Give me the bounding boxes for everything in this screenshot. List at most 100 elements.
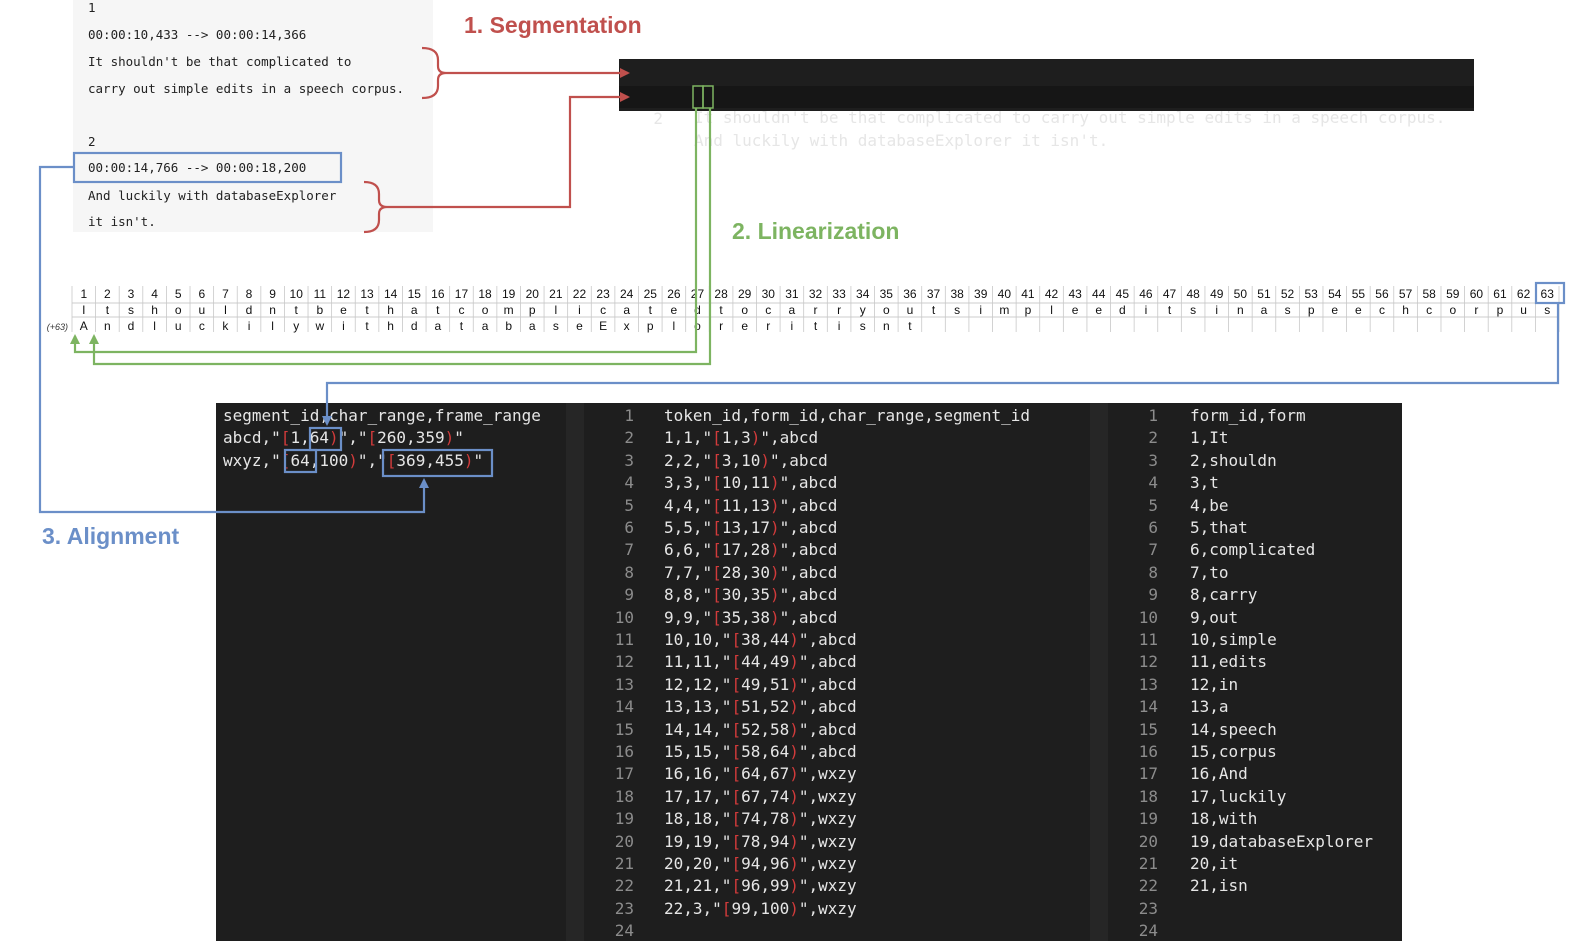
line-number: 17 [614, 764, 634, 784]
linear-char: e [340, 303, 347, 317]
char-index-label: 48 [1186, 287, 1200, 301]
linear-char: c [458, 303, 464, 317]
tokens-row: 7,7,"[28,30)",abcd [664, 562, 838, 582]
linear-char: e [576, 319, 583, 333]
linear-char: n [104, 319, 111, 333]
linear-char: o [175, 303, 182, 317]
line-number: 20 [614, 831, 634, 851]
linear-char: b [505, 319, 512, 333]
line-number: 2 [624, 428, 634, 448]
segments-row: segment_id,char_range,frame_range [223, 406, 541, 425]
line-number: 15 [1138, 719, 1158, 739]
char-index-label: 27 [691, 287, 705, 301]
char-index-label: 28 [714, 287, 728, 301]
line-number: 6 [624, 518, 634, 537]
linear-char: l [153, 319, 156, 333]
tokens-row: 21,21,"[96,99)",wxzy [664, 876, 857, 896]
linear-char: u [198, 303, 205, 317]
line-number: 12 [614, 652, 634, 672]
linear-char: l [1050, 303, 1053, 317]
line-number: 21 [614, 854, 634, 873]
char-index-label: 53 [1304, 287, 1318, 301]
tokens-row: token_id,form_id,char_range,segment_id [664, 406, 1031, 425]
linear-char: r [837, 303, 841, 317]
tokens-row: 11,11,"[44,49)",abcd [664, 652, 857, 672]
linear-char: s [954, 303, 960, 317]
srt-line: 2 [88, 134, 96, 149]
line-number: 17 [1138, 764, 1158, 784]
line-number: 11 [614, 630, 634, 649]
linear-char: a [482, 319, 489, 333]
forms-row: 4,be [1190, 495, 1229, 515]
linear-char: t [365, 303, 369, 317]
srt-line: And luckily with databaseExplorer [88, 188, 337, 203]
char-index-label: 3 [128, 287, 135, 301]
panel-divider-right[interactable] [1090, 403, 1108, 941]
linear-char: a [435, 319, 442, 333]
line-number: 15 [614, 719, 634, 739]
linear-char: t [436, 303, 440, 317]
linear-char: o [883, 303, 890, 317]
editor-line-1: 1 It shouldn't be that complicated to ca… [619, 63, 1474, 127]
forms-row: 10,simple [1190, 630, 1277, 649]
char-index-label: 49 [1210, 287, 1224, 301]
linear-char: y [860, 303, 866, 317]
linear-char: w [314, 319, 324, 333]
linear-char: d [411, 319, 418, 333]
linear-char: s [860, 319, 866, 333]
linear-char: h [1402, 303, 1409, 317]
line-number: 8 [1148, 562, 1158, 582]
linear-char: y [293, 319, 299, 333]
segments-table-panel: segment_id,char_range,frame_range abcd,"[… [216, 403, 566, 941]
char-index-label: 26 [667, 287, 681, 301]
linear-char: d [128, 319, 135, 333]
linear-char: s [1285, 303, 1291, 317]
char-index-label: 14 [384, 287, 398, 301]
linear-char: r [1474, 303, 1478, 317]
linear-char: E [599, 319, 607, 333]
linear-char: e [1331, 303, 1338, 317]
tokens-row: 8,8,"[30,35)",abcd [664, 585, 838, 605]
linear-char: t [814, 319, 818, 333]
line-number: 22 [1138, 876, 1158, 896]
linear-char: e [1355, 303, 1362, 317]
linear-char: i [248, 319, 251, 333]
forms-row: 3,t [1190, 473, 1219, 493]
linear-char: i [838, 319, 841, 333]
char-index-label: 10 [290, 287, 304, 301]
line-number: 24 [1138, 921, 1158, 941]
linear-char: m [504, 303, 514, 317]
forms-row: 9,out [1190, 607, 1239, 627]
line-number: 4 [1148, 473, 1158, 493]
line-number: 7 [624, 540, 634, 560]
panel-divider-left[interactable] [566, 403, 584, 941]
char-index-label: 12 [337, 287, 351, 301]
line-number: 10 [1138, 607, 1158, 627]
linear-char: k [222, 319, 229, 333]
line-number: 6 [1148, 518, 1158, 537]
tokens-row: 5,5,"[13,17)",abcd [664, 518, 838, 537]
line-number: 4 [624, 473, 634, 493]
line-number: 9 [624, 585, 634, 605]
line-number: 16 [1138, 742, 1158, 761]
linear-char: t [365, 319, 369, 333]
char-index-label: 45 [1116, 287, 1130, 301]
linear-char: t [460, 319, 464, 333]
char-index-label: 24 [620, 287, 634, 301]
line-number: 11 [1138, 630, 1158, 649]
line-number: 14 [1138, 697, 1158, 717]
linear-char: c [1426, 303, 1432, 317]
linear-char: l [271, 319, 274, 333]
linear-char: i [1145, 303, 1148, 317]
segments-row: wxyz,"[64,100)","[369,455)" [223, 450, 484, 470]
tokens-row: 3,3,"[10,11)",abcd [664, 473, 838, 493]
line-number: 3 [1148, 450, 1158, 470]
step-linearization-title: 2. Linearization [732, 218, 900, 244]
linear-char: p [1025, 303, 1032, 317]
char-index-label: 61 [1493, 287, 1507, 301]
linear-char: t [295, 303, 299, 317]
char-index-label: 6 [198, 287, 205, 301]
forms-row: 21,isn [1190, 876, 1248, 896]
line-number: 3 [624, 450, 634, 470]
linear-char: s [1544, 303, 1550, 317]
